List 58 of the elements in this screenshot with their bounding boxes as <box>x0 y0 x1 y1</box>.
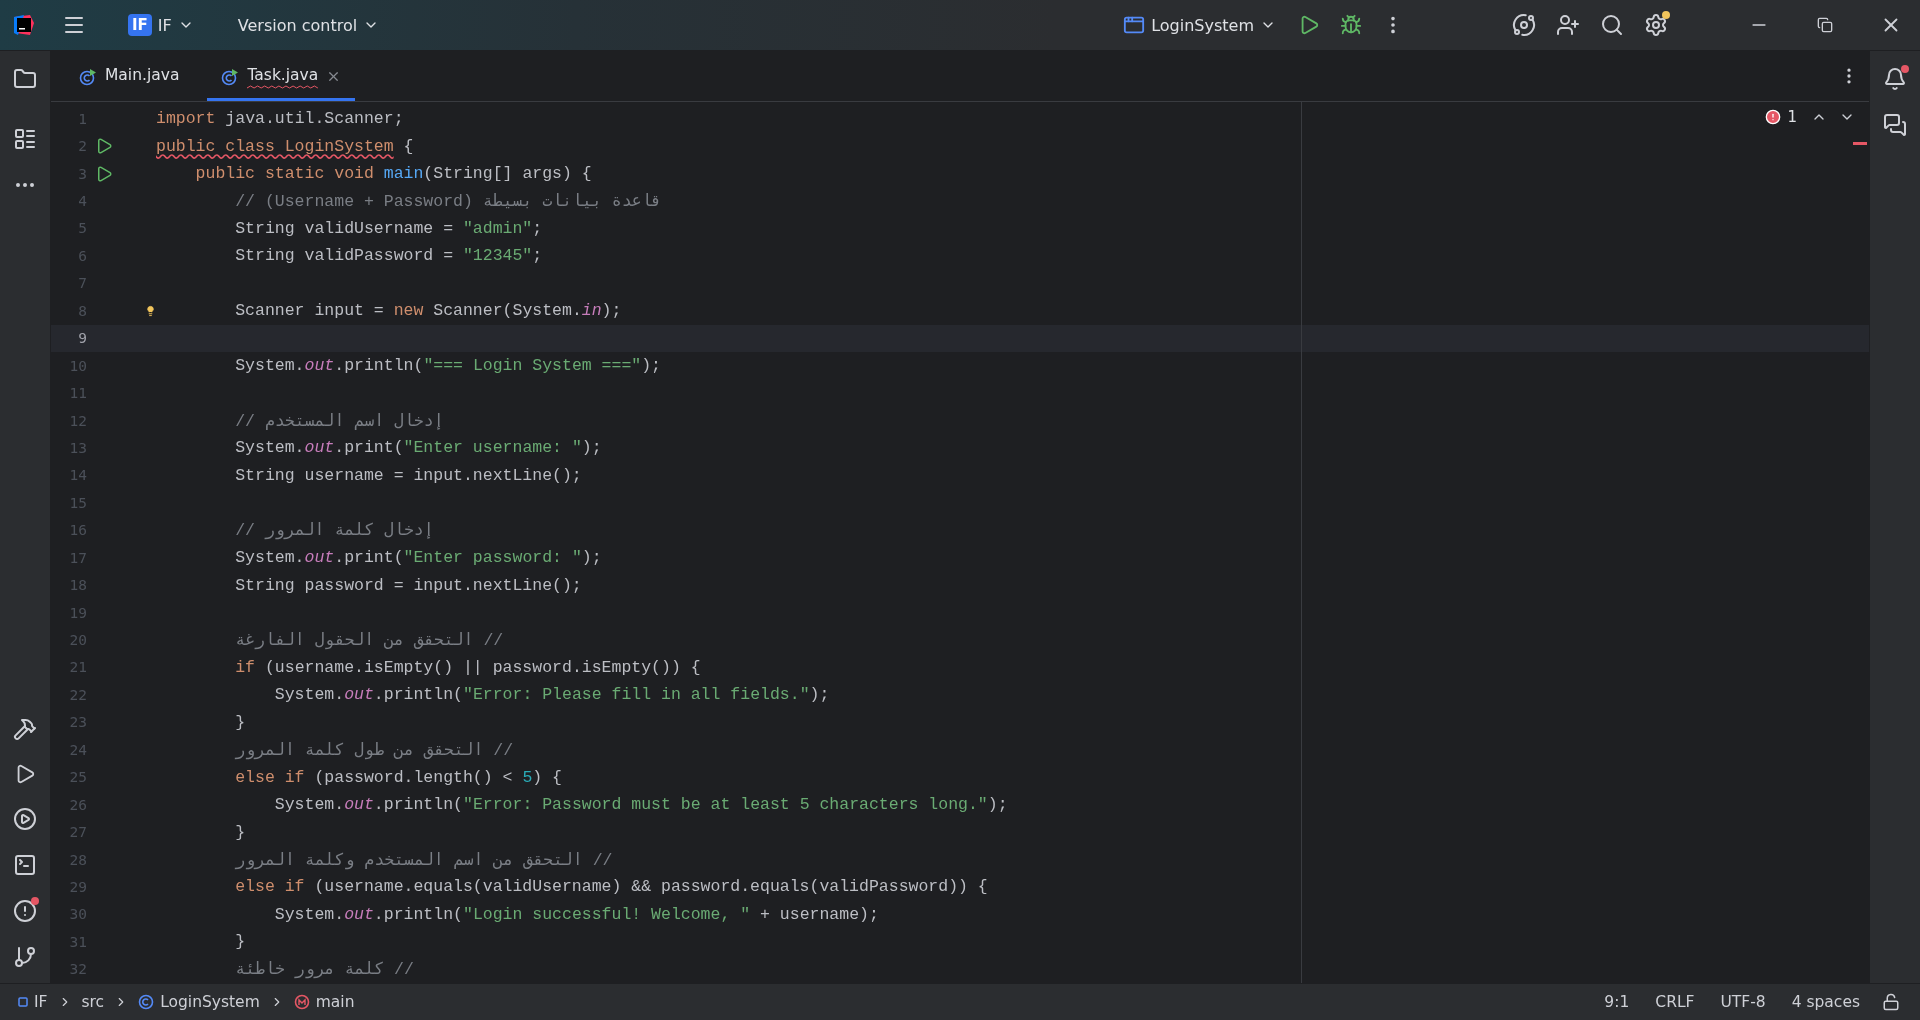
problem-count[interactable]: 1 <box>1787 108 1797 126</box>
code-line: التحقق من طول كلمة المرور // <box>233 739 514 760</box>
code-line: // (Username + Password) قاعدة بيانات بسيطة <box>234 191 662 212</box>
class-icon <box>221 67 240 86</box>
vcs-label: Version control <box>237 15 358 35</box>
code-line: System.out.println("Error: Password must be at least 5 characters long."); <box>273 795 1008 815</box>
line-separator[interactable]: CRLF <box>1645 991 1705 1013</box>
code-line: التحقق من الحقول الفارغة // <box>234 630 504 651</box>
method-icon <box>293 994 310 1010</box>
project-name: IF <box>157 15 172 35</box>
error-icon[interactable] <box>1765 109 1782 125</box>
code-line: if (username.isEmpty() || password.isEmpty()) { <box>234 657 701 677</box>
vcs-dropdown[interactable]: Version control <box>229 9 388 41</box>
run-config-dropdown[interactable]: LoginSystem <box>1115 8 1284 42</box>
code-line: System.out.println("=== Login System ==="); <box>234 356 662 376</box>
run-icon[interactable] <box>95 164 113 183</box>
project-dropdown[interactable]: IF IF <box>120 8 202 42</box>
code-line: public static void main(String[] args) { <box>194 164 592 184</box>
class-icon <box>79 67 97 86</box>
window-icon <box>1123 14 1146 36</box>
breadcrumb[interactable]: src <box>77 991 109 1013</box>
line-number: 9 <box>77 330 87 347</box>
error-squiggle <box>247 85 319 89</box>
code-line: System.out.print("Enter password: "); <box>234 548 602 568</box>
code-line: } <box>234 822 246 842</box>
code-line: } <box>234 932 246 952</box>
file-encoding[interactable]: UTF-8 <box>1710 991 1776 1013</box>
module-icon <box>18 997 28 1007</box>
code-line: التحقق من اسم المستخدم وكلمة المرور // <box>233 849 613 870</box>
code-line: System.out.println("Login successful! Welcome, " + username); <box>273 904 879 924</box>
code-line: // إدخال كلمة المرور <box>234 520 434 541</box>
app-logo[interactable] <box>12 13 36 37</box>
code-line: else if (username.equals(validUsername) && password.equals(validPassword)) { <box>234 877 988 897</box>
file-tab[interactable]: Main.java <box>65 51 194 101</box>
code-line: System.out.println("Error: Please fill in all fields."); <box>273 685 830 705</box>
code-line: import java.util.Scanner; <box>156 109 404 129</box>
breadcrumb[interactable]: LoginSystem <box>134 991 264 1013</box>
run-config-label: LoginSystem <box>1151 15 1254 35</box>
caret-position[interactable]: 9:1 <box>1594 991 1640 1013</box>
project-badge: IF <box>128 14 152 36</box>
code-line: String username = input.nextLine(); <box>234 465 582 485</box>
code-line: String validPassword = "12345"; <box>234 246 543 266</box>
code-line: Scanner input = new Scanner(System.in); <box>234 301 622 321</box>
class-icon <box>138 994 155 1010</box>
code-line: كلمة مرور خاطئة // <box>234 959 414 980</box>
code-line: public class LoginSystem { <box>156 136 414 156</box>
file-tab[interactable]: Task.java <box>207 51 356 101</box>
code-line: else if (password.length() < 5) { <box>234 767 562 787</box>
breadcrumb[interactable]: IF <box>14 991 52 1013</box>
indent-setting[interactable]: 4 spaces <box>1781 991 1870 1013</box>
code-line: System.out.print("Enter username: "); <box>234 438 602 458</box>
breadcrumb[interactable]: main <box>289 991 359 1013</box>
code-line: } <box>234 712 246 732</box>
error-stripe <box>1853 142 1867 145</box>
code-line: // إدخال اسم المستخدم <box>234 410 444 431</box>
code-line: String password = input.nextLine(); <box>234 575 582 595</box>
code-line: String validUsername = "admin"; <box>234 218 543 238</box>
run-icon[interactable] <box>95 137 113 156</box>
